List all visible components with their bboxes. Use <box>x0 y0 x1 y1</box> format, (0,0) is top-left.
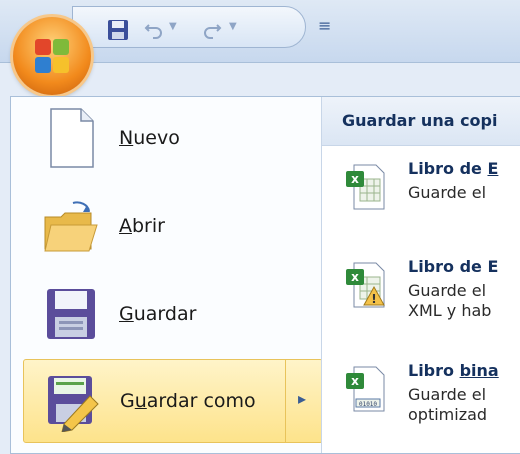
save-option-excel-binary[interactable]: 01010 x Libro bina Guarde el optimizad <box>322 361 520 445</box>
option-description: Guarde el <box>408 385 487 404</box>
excel-binary-workbook-icon: 01010 x <box>346 366 385 412</box>
menu-item-label: Guardar como <box>120 390 256 412</box>
menu-item-guardar-como[interactable]: Guardar como ▸ <box>23 359 323 443</box>
panel-heading: Guardar una copi <box>322 97 520 146</box>
excel-macro-workbook-icon: x ! <box>346 262 385 308</box>
menu-item-abrir[interactable]: Abrir <box>23 185 321 267</box>
save-as-panel: Guardar una copi x Libro de E Guarde el … <box>321 97 520 453</box>
office-logo-icon <box>35 39 51 55</box>
option-description: Guarde el <box>408 183 487 202</box>
option-description: Guarde el <box>408 281 487 300</box>
svg-text:01010: 01010 <box>359 401 377 408</box>
save-icon[interactable] <box>107 19 129 41</box>
office-menu: Nuevo Abrir Guardar Guardar como ▸ Guard… <box>10 96 520 454</box>
office-button[interactable] <box>13 17 91 95</box>
undo-icon[interactable] <box>143 19 165 41</box>
redo-icon[interactable] <box>201 19 223 41</box>
save-option-excel-macro[interactable]: x ! Libro de E Guarde el XML y hab <box>322 257 520 341</box>
save-as-icon <box>48 376 99 432</box>
menu-item-label: Abrir <box>119 215 165 237</box>
open-folder-icon <box>44 201 98 252</box>
menu-item-nuevo[interactable]: Nuevo <box>23 97 321 179</box>
svg-text:x: x <box>351 270 359 284</box>
customize-toolbar-icon[interactable]: ≡ <box>318 16 331 35</box>
option-description: optimizad <box>408 405 488 424</box>
new-document-icon <box>50 108 94 168</box>
chevron-right-icon: ▸ <box>298 389 307 408</box>
office-menu-commands: Nuevo Abrir Guardar Guardar como ▸ <box>11 97 323 453</box>
option-description: XML y hab <box>408 301 492 320</box>
option-title: Libro bina <box>408 361 499 380</box>
svg-text:x: x <box>351 374 359 388</box>
option-title: Libro de E <box>408 159 499 178</box>
menu-item-guardar[interactable]: Guardar <box>23 273 321 355</box>
redo-dropdown-icon[interactable]: ▼ <box>229 21 237 32</box>
undo-dropdown-icon[interactable]: ▼ <box>169 21 177 32</box>
excel-workbook-icon: x <box>346 164 385 210</box>
quick-access-toolbar: ▼ ▼ <box>72 6 306 48</box>
submenu-arrow[interactable]: ▸ <box>285 360 322 442</box>
menu-item-label: Guardar <box>119 303 197 325</box>
svg-text:!: ! <box>371 292 376 306</box>
option-title: Libro de E <box>408 257 499 276</box>
menu-item-label: Nuevo <box>119 127 180 149</box>
save-option-excel-workbook[interactable]: x Libro de E Guarde el <box>322 159 520 229</box>
svg-text:x: x <box>351 172 359 186</box>
save-icon <box>47 289 95 339</box>
